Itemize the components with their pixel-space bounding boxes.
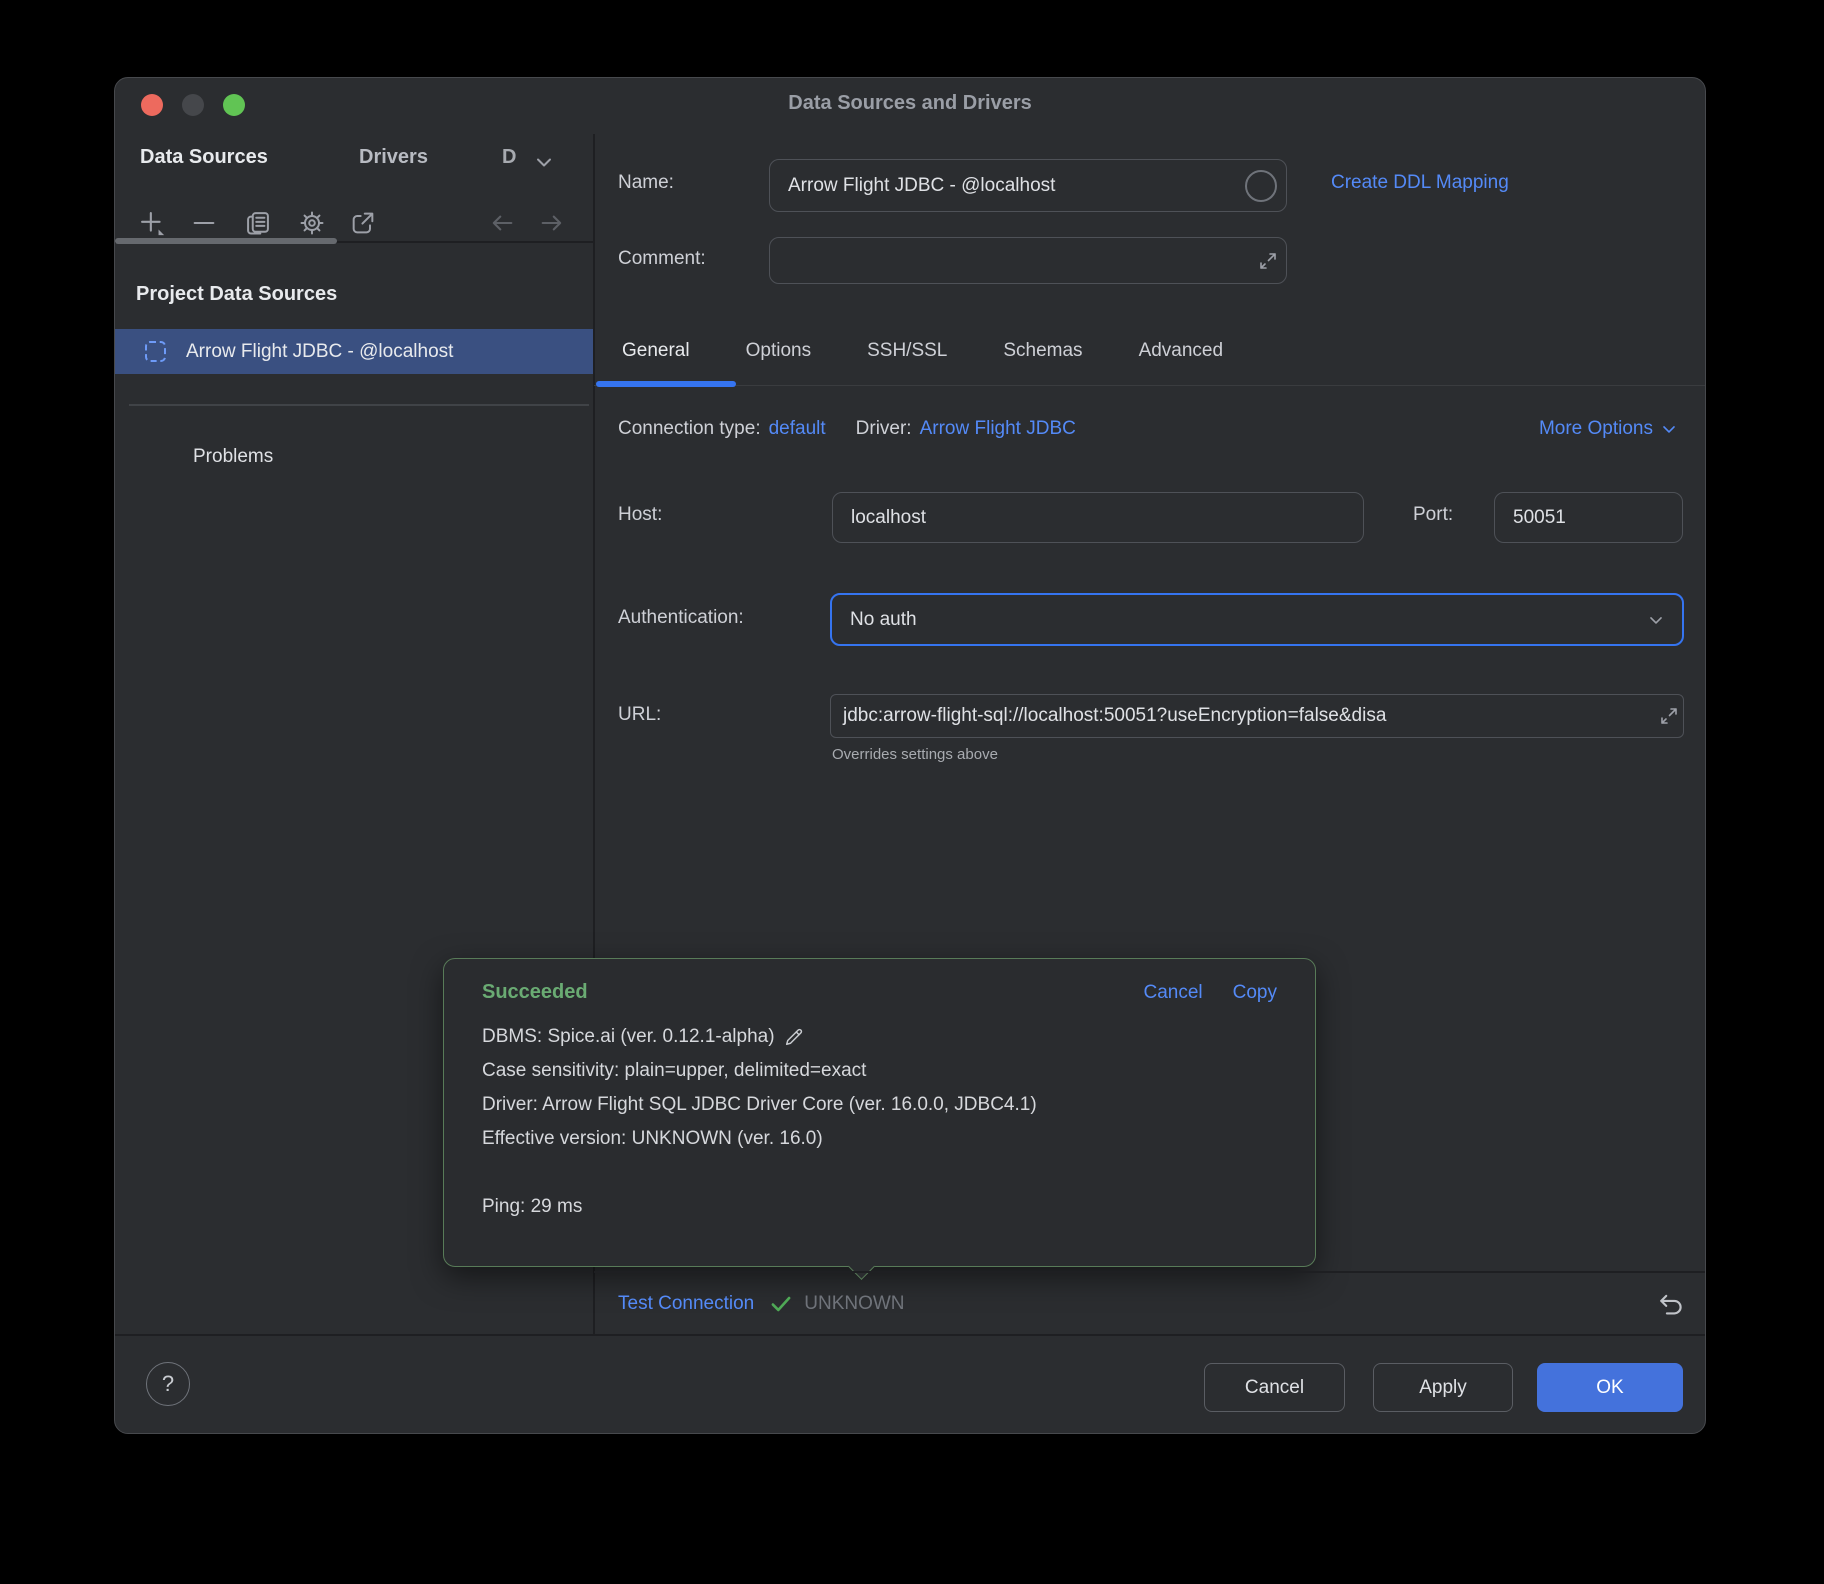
popup-status: Succeeded [482, 981, 588, 1004]
tabs-overflow-chevron-icon[interactable] [532, 150, 556, 174]
more-options-link[interactable]: More Options [1539, 418, 1679, 440]
problems-section-label[interactable]: Problems [193, 446, 273, 468]
popup-dbms-line: DBMS: Spice.ai (ver. 0.12.1-alpha) [482, 1020, 775, 1054]
more-options-chevron-icon [1659, 419, 1679, 439]
authentication-value: No auth [850, 609, 917, 631]
sidebar-tabstrip: Data Sources Drivers D [115, 134, 593, 188]
popup-copy-link[interactable]: Copy [1233, 982, 1277, 1004]
sidebar-toolbar [115, 188, 593, 258]
comment-expand-icon[interactable] [1256, 249, 1280, 273]
connection-type-value-link[interactable]: default [769, 418, 826, 440]
edit-pencil-icon[interactable] [783, 1026, 805, 1048]
name-refresh-spinner-icon [1245, 170, 1277, 202]
success-check-icon [768, 1291, 794, 1317]
back-arrow-icon[interactable] [487, 208, 517, 238]
titlebar: Data Sources and Drivers [115, 78, 1705, 134]
driver-value-link[interactable]: Arrow Flight JDBC [920, 418, 1076, 440]
port-input[interactable]: 50051 [1494, 492, 1683, 543]
comment-input[interactable] [769, 237, 1287, 284]
test-connection-link[interactable]: Test Connection [618, 1293, 754, 1315]
more-options-label: More Options [1539, 418, 1653, 440]
remove-data-source-button[interactable] [189, 208, 219, 238]
name-value: Arrow Flight JDBC - @localhost [788, 175, 1055, 197]
comment-label: Comment: [618, 248, 706, 270]
project-data-sources-heading: Project Data Sources [136, 283, 337, 306]
unknown-dbms-icon [145, 341, 166, 362]
host-value: localhost [851, 507, 926, 529]
footer: ? Cancel Apply OK [115, 1336, 1705, 1434]
tab-ddl-truncated[interactable]: D [502, 146, 518, 169]
popup-effective-version-line: Effective version: UNKNOWN (ver. 16.0) [482, 1122, 1277, 1156]
connection-type-label: Connection type: [618, 418, 761, 440]
duplicate-data-source-button[interactable] [243, 208, 273, 238]
tab-advanced[interactable]: Advanced [1111, 328, 1252, 374]
authentication-chevron-down-icon [1646, 610, 1666, 630]
tab-data-sources[interactable]: Data Sources [140, 146, 268, 169]
popup-ping-line: Ping: 29 ms [482, 1190, 1277, 1224]
port-label: Port: [1413, 504, 1453, 526]
form-tabs-divider [594, 385, 1706, 386]
url-hint: Overrides settings above [832, 746, 998, 763]
form-active-tab-indicator [596, 381, 736, 387]
data-source-label: Arrow Flight JDBC - @localhost [186, 341, 453, 363]
cancel-button[interactable]: Cancel [1204, 1363, 1345, 1412]
tab-general[interactable]: General [594, 328, 718, 374]
help-button[interactable]: ? [146, 1362, 190, 1406]
create-ddl-mapping-link[interactable]: Create DDL Mapping [1331, 172, 1509, 194]
window-title: Data Sources and Drivers [115, 92, 1705, 115]
popup-driver-line: Driver: Arrow Flight SQL JDBC Driver Cor… [482, 1088, 1277, 1122]
undo-icon[interactable] [1655, 1289, 1685, 1319]
tab-ssh-ssl[interactable]: SSH/SSL [839, 328, 975, 374]
tab-schemas[interactable]: Schemas [975, 328, 1110, 374]
url-expand-icon[interactable] [1657, 704, 1681, 728]
authentication-select[interactable]: No auth [830, 593, 1684, 646]
ok-button[interactable]: OK [1537, 1363, 1683, 1412]
name-input[interactable]: Arrow Flight JDBC - @localhost [769, 159, 1287, 212]
connection-status-text: UNKNOWN [804, 1293, 904, 1315]
url-input[interactable]: jdbc:arrow-flight-sql://localhost:50051?… [830, 694, 1684, 738]
port-value: 50051 [1513, 507, 1566, 529]
authentication-label: Authentication: [618, 607, 744, 629]
data-source-properties-gear-icon[interactable] [297, 208, 327, 238]
driver-label: Driver: [856, 418, 912, 440]
connection-type-row: Connection type: default Driver: Arrow F… [618, 418, 1076, 440]
apply-button[interactable]: Apply [1373, 1363, 1513, 1412]
tab-options[interactable]: Options [718, 328, 839, 374]
add-data-source-button[interactable] [137, 208, 167, 238]
host-input[interactable]: localhost [832, 492, 1364, 543]
test-connection-result-popup: Succeeded Cancel Copy DBMS: Spice.ai (ve… [443, 958, 1316, 1267]
url-label: URL: [618, 704, 661, 726]
popup-case-sensitivity-line: Case sensitivity: plain=upper, delimited… [482, 1054, 1277, 1088]
form-tabstrip: General Options SSH/SSL Schemas Advanced [594, 328, 1251, 374]
test-connection-row: Test Connection UNKNOWN [594, 1273, 1706, 1334]
forward-arrow-icon[interactable] [537, 208, 567, 238]
url-value: jdbc:arrow-flight-sql://localhost:50051?… [843, 705, 1386, 727]
open-in-new-window-icon[interactable] [348, 208, 378, 238]
popup-cancel-link[interactable]: Cancel [1143, 982, 1202, 1004]
data-source-list-item-selected[interactable]: Arrow Flight JDBC - @localhost [115, 329, 593, 374]
tab-drivers[interactable]: Drivers [359, 146, 428, 169]
host-label: Host: [618, 504, 662, 526]
name-label: Name: [618, 172, 674, 194]
sidebar-separator [129, 404, 589, 406]
data-sources-dialog: Data Sources and Drivers Data Sources Dr… [114, 77, 1706, 1434]
